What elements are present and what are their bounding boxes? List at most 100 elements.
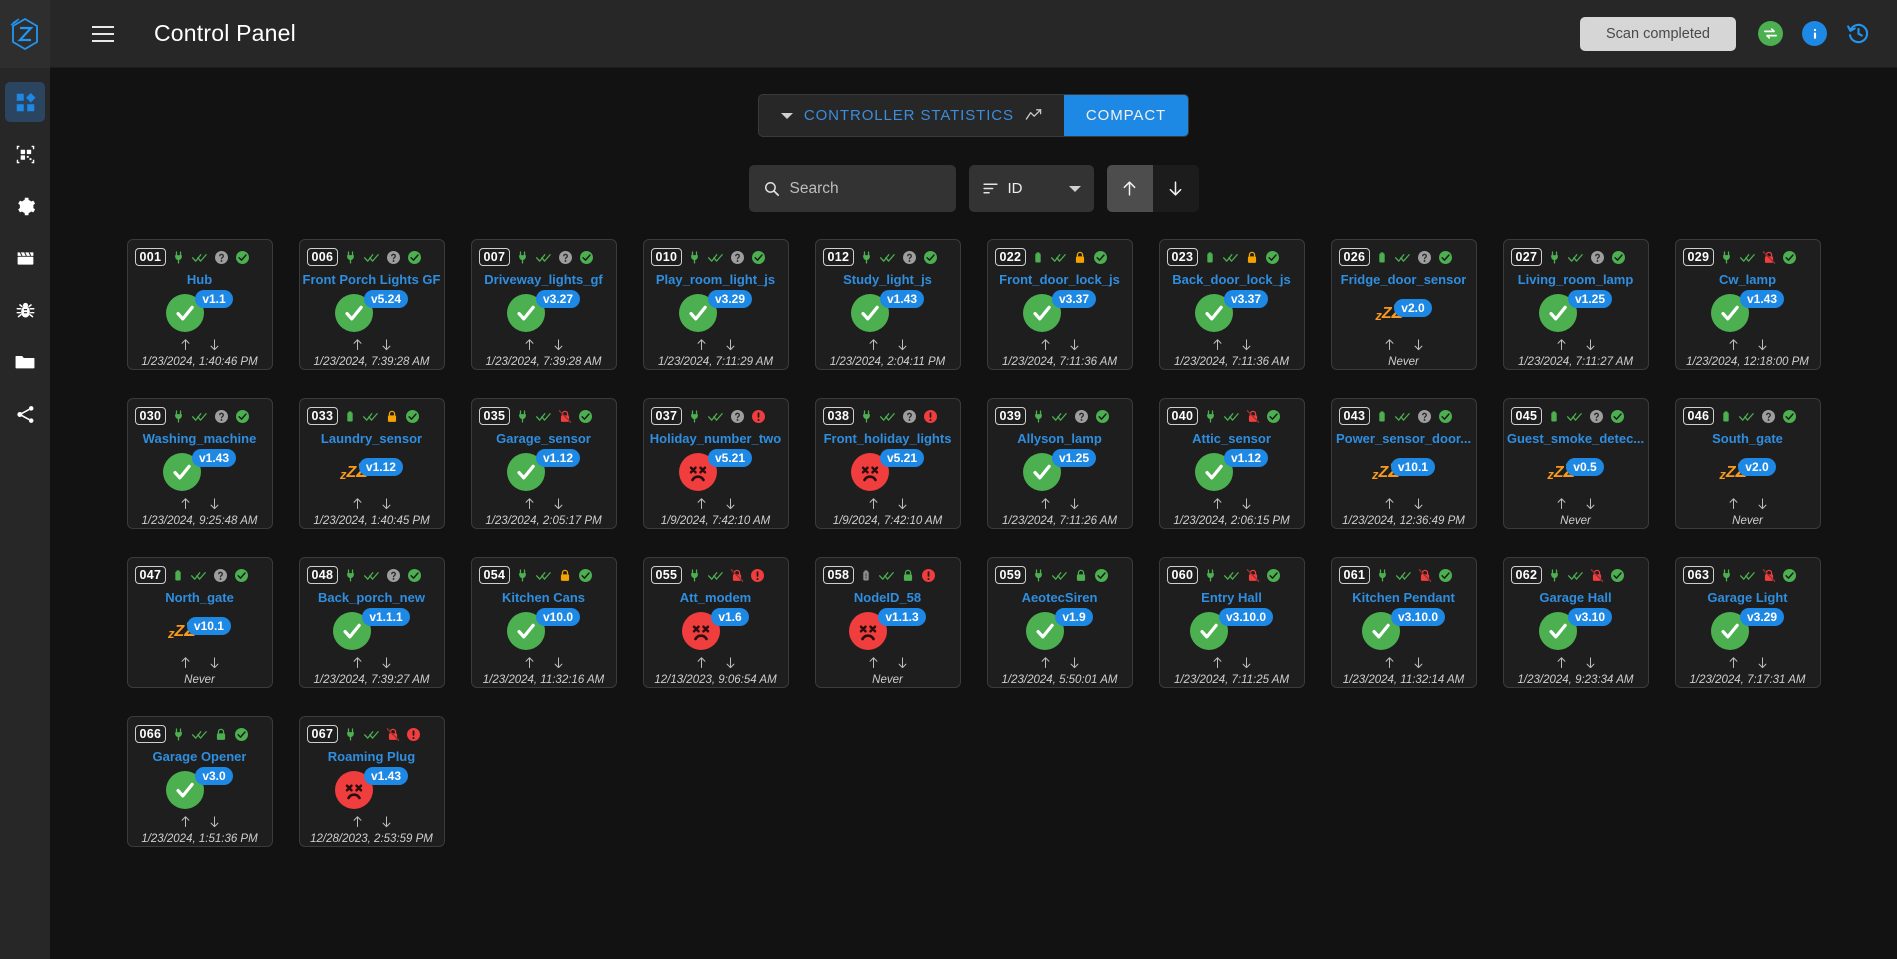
node-name-link[interactable]: Holiday_number_two <box>650 431 781 446</box>
sidebar-item-network-graph[interactable] <box>5 394 45 434</box>
node-name-link[interactable]: Hub <box>187 272 212 287</box>
node-card[interactable]: 037 Holiday_number_two v5.21 1/9/2024, 7:42… <box>642 398 789 529</box>
node-name-link[interactable]: Power_sensor_door... <box>1336 431 1471 446</box>
node-card[interactable]: 066 Garage Opener v3.0 1/23/2024, 1:51:36 P… <box>126 716 273 847</box>
node-last-seen: 12/28/2023, 2:53:59 PM <box>310 832 433 845</box>
node-id-badge: 054 <box>478 566 511 585</box>
node-status-area: v1.9 <box>995 605 1125 655</box>
node-name-link[interactable]: Study_light_js <box>843 272 932 287</box>
check-circle-icon <box>578 409 593 424</box>
node-card[interactable]: 026 Fridge_door_sensor zZZv2.0 Never <box>1330 239 1477 370</box>
arrow-up-icon <box>1382 495 1397 512</box>
node-card[interactable]: 061 Kitchen Pendant v3.10.0 1/23/2024, 11:3… <box>1330 557 1477 688</box>
node-card[interactable]: 006 Front Porch Lights GF v5.24 1/23/2024, … <box>298 239 445 370</box>
node-card[interactable]: 067 Roaming Plug v1.43 12/28/2023, 2:53:59 … <box>298 716 445 847</box>
node-name-link[interactable]: Kitchen Cans <box>502 590 585 605</box>
node-id-badge: 040 <box>1166 407 1199 426</box>
node-name-link[interactable]: Back_porch_new <box>318 590 425 605</box>
node-card[interactable]: 038 Front_holiday_lights v5.21 1/9/2024, 7:… <box>814 398 961 529</box>
sidebar-item-settings[interactable] <box>5 186 45 226</box>
node-status-wrap: v1.9 <box>1026 607 1093 650</box>
sort-descending-button[interactable] <box>1152 165 1199 212</box>
node-traffic-arrows <box>866 495 910 512</box>
tab-compact[interactable]: COMPACT <box>1063 95 1189 136</box>
sidebar-item-store[interactable] <box>5 342 45 382</box>
node-card[interactable]: 001 Hub v1.1 1/23/2024, 1:40:46 PM <box>126 239 273 370</box>
node-card[interactable]: 063 Garage Light v3.29 1/23/2024, 7:17:31 A… <box>1674 557 1821 688</box>
hamburger-menu-icon[interactable] <box>80 11 126 57</box>
node-name-link[interactable]: NodeID_58 <box>854 590 921 605</box>
node-name-link[interactable]: Roaming Plug <box>328 749 415 764</box>
node-name-link[interactable]: North_gate <box>165 590 234 605</box>
node-name-link[interactable]: Garage Opener <box>153 749 247 764</box>
sort-select[interactable]: ID <box>968 165 1094 212</box>
node-name-link[interactable]: Cw_lamp <box>1719 272 1776 287</box>
node-name-link[interactable]: Attic_sensor <box>1192 431 1271 446</box>
node-card[interactable]: 040 Attic_sensor v1.12 1/23/2024, 2:06:15 P… <box>1158 398 1305 529</box>
node-card[interactable]: 012 Study_light_js v1.43 1/23/2024, 2:04:11… <box>814 239 961 370</box>
node-name-link[interactable]: Laundry_sensor <box>321 431 422 446</box>
node-card[interactable]: 035 Garage_sensor v1.12 1/23/2024, 2:05:17 … <box>470 398 617 529</box>
node-card[interactable]: 045 Guest_smoke_detec... zZZv0.5 Never <box>1502 398 1649 529</box>
tab-controller-statistics[interactable]: CONTROLLER STATISTICS <box>758 95 1064 136</box>
node-name-link[interactable]: Washing_machine <box>143 431 257 446</box>
node-name-link[interactable]: Front_door_lock_js <box>999 272 1120 287</box>
node-name-link[interactable]: Att_modem <box>680 590 752 605</box>
sidebar-item-debug[interactable] <box>5 290 45 330</box>
search-input[interactable] <box>789 179 942 198</box>
node-card[interactable]: 027 Living_room_lamp v1.25 1/23/2024, 7:11:… <box>1502 239 1649 370</box>
node-traffic-arrows <box>1038 336 1082 353</box>
node-card[interactable]: 055 Att_modem v1.6 12/13/2023, 9:06:54 AM <box>642 557 789 688</box>
node-card[interactable]: 046 South_gate zZZv2.0 Never <box>1674 398 1821 529</box>
node-name-link[interactable]: Kitchen Pendant <box>1352 590 1455 605</box>
node-name-link[interactable]: Allyson_lamp <box>1017 431 1102 446</box>
node-name-link[interactable]: Garage Hall <box>1539 590 1611 605</box>
check-circle-icon <box>235 409 250 424</box>
node-name-link[interactable]: Living_room_lamp <box>1518 272 1634 287</box>
node-name-link[interactable]: Front_holiday_lights <box>824 431 952 446</box>
sidebar-item-smart-start[interactable] <box>5 134 45 174</box>
info-icon[interactable] <box>1802 21 1827 46</box>
node-name-link[interactable]: Garage_sensor <box>496 431 591 446</box>
search-box[interactable] <box>748 165 956 212</box>
node-name-link[interactable]: Guest_smoke_detec... <box>1507 431 1644 446</box>
node-card[interactable]: 039 Allyson_lamp v1.25 1/23/2024, 7:11:26 A… <box>986 398 1133 529</box>
node-name-link[interactable]: Back_door_lock_js <box>1172 272 1291 287</box>
node-name-link[interactable]: Entry Hall <box>1201 590 1262 605</box>
node-card[interactable]: 048 Back_porch_new v1.1.1 1/23/2024, 7:39:2… <box>298 557 445 688</box>
node-card[interactable]: 029 Cw_lamp v1.43 1/23/2024, 12:18:00 PM <box>1674 239 1821 370</box>
history-icon[interactable] <box>1846 21 1871 46</box>
node-status-wrap: v3.10.0 <box>1189 607 1274 650</box>
node-card[interactable]: 043 Power_sensor_door... zZZv10.1 1/23/2024… <box>1330 398 1477 529</box>
node-card[interactable]: 047 North_gate zZZv10.1 Never <box>126 557 273 688</box>
node-last-seen: 1/23/2024, 12:18:00 PM <box>1686 355 1809 368</box>
node-card[interactable]: 022 Front_door_lock_js v3.37 1/23/2024, 7:1… <box>986 239 1133 370</box>
node-card[interactable]: 060 Entry Hall v3.10.0 1/23/2024, 7:11:25 A… <box>1158 557 1305 688</box>
node-id-badge: 061 <box>1338 566 1371 585</box>
node-name-link[interactable]: South_gate <box>1712 431 1783 446</box>
check-circle-icon <box>405 409 420 424</box>
node-name-link[interactable]: Fridge_door_sensor <box>1341 272 1467 287</box>
node-card[interactable]: 030 Washing_machine v1.43 1/23/2024, 9:25:4… <box>126 398 273 529</box>
sidebar-item-dashboard[interactable] <box>5 82 45 122</box>
node-name-link[interactable]: Play_room_light_js <box>656 272 775 287</box>
power-plug-icon <box>172 727 185 742</box>
node-name-link[interactable]: Front Porch Lights GF <box>303 272 441 287</box>
sort-ascending-button[interactable] <box>1106 165 1153 212</box>
node-card[interactable]: 058 NodeID_58 v1.1.3 Never <box>814 557 961 688</box>
node-card[interactable]: 023 Back_door_lock_js v3.37 1/23/2024, 7:11… <box>1158 239 1305 370</box>
node-card[interactable]: 054 Kitchen Cans v10.0 1/23/2024, 11:32:16 … <box>470 557 617 688</box>
arrow-up-icon <box>1554 654 1569 671</box>
node-name-link[interactable]: Driveway_lights_gf <box>484 272 603 287</box>
sync-arrows-icon[interactable] <box>1758 21 1783 46</box>
node-card[interactable]: 033 Laundry_sensor zZZv1.12 1/23/2024, 1:40… <box>298 398 445 529</box>
node-name-link[interactable]: Garage Light <box>1707 590 1787 605</box>
node-card[interactable]: 010 Play_room_light_js v3.29 1/23/2024, 7:1… <box>642 239 789 370</box>
scan-status-button[interactable]: Scan completed <box>1580 16 1736 51</box>
node-name-link[interactable]: AeotecSiren <box>1022 590 1098 605</box>
node-card[interactable]: 007 Driveway_lights_gf v3.27 1/23/2024, 7:3… <box>470 239 617 370</box>
sidebar-item-scenes[interactable] <box>5 238 45 278</box>
node-card[interactable]: 062 Garage Hall v3.10 1/23/2024, 9:23:34 AM <box>1502 557 1649 688</box>
node-card[interactable]: 059 AeotecSiren v1.9 1/23/2024, 5:50:01 AM <box>986 557 1133 688</box>
node-traffic-arrows <box>1210 336 1254 353</box>
